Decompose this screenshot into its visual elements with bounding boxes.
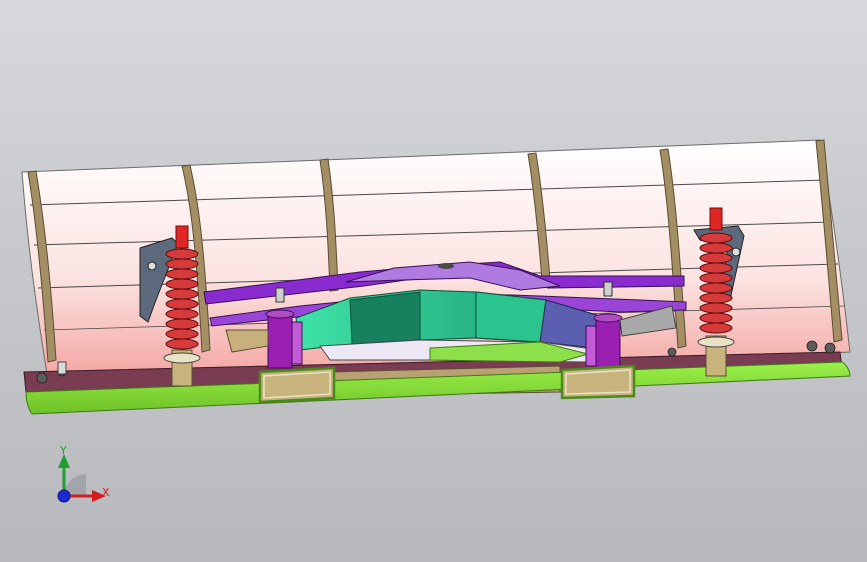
y-axis-label: Y [59, 444, 67, 457]
x-axis-label: X [102, 486, 110, 499]
cad-scene: Y X [21, 139, 851, 503]
lift-handle-left [258, 366, 336, 404]
lift-handle-right [560, 364, 636, 400]
coordinate-triad: Y X [57, 444, 110, 503]
cad-viewport[interactable]: Y X [0, 0, 867, 562]
